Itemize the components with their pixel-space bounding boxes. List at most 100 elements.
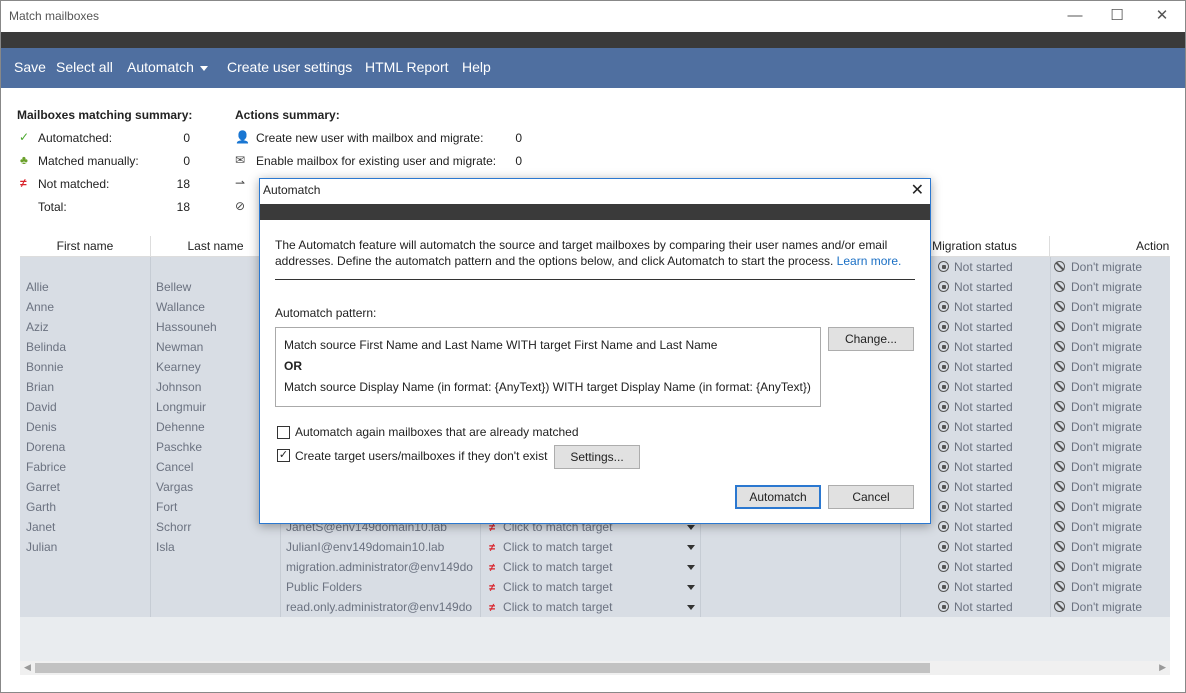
pattern-box: Match source First Name and Last Name WI… (275, 327, 821, 407)
automatch-button[interactable]: Automatch (735, 485, 821, 509)
action-cell[interactable]: Don't migrate (1054, 540, 1142, 554)
status-cell: Not started (938, 520, 1013, 534)
close-icon[interactable]: ✕ (1142, 5, 1182, 27)
target-match-cell[interactable]: ≠ Click to match target (489, 580, 689, 594)
scrollbar-thumb[interactable] (35, 663, 930, 673)
target-match-cell[interactable]: ≠ Click to match target (489, 540, 689, 554)
action-label: Don't migrate (1071, 360, 1142, 374)
action-cell[interactable]: Don't migrate (1054, 460, 1142, 474)
target-match-cell[interactable]: ≠ Click to match target (489, 600, 689, 614)
title-bar: Match mailboxes — ☐ ✕ (1, 1, 1185, 32)
chevron-down-icon[interactable] (687, 605, 695, 610)
chevron-down-icon[interactable] (687, 565, 695, 570)
dialog-title: Automatch (263, 183, 321, 197)
change-button[interactable]: Change... (828, 327, 914, 351)
migrate-arrow-icon: ⇀ (235, 176, 246, 190)
automatch-again-checkbox[interactable] (277, 426, 290, 439)
target-match-label: Click to match target (503, 560, 613, 574)
action-label: Don't migrate (1071, 280, 1142, 294)
total-label: Total: (38, 200, 67, 214)
chevron-down-icon[interactable] (687, 585, 695, 590)
matched-manually-value: 0 (183, 154, 190, 168)
target-match-label: Click to match target (503, 580, 613, 594)
last-name-cell: Johnson (156, 380, 202, 394)
learn-more-link[interactable]: Learn more. (837, 254, 902, 268)
no-migrate-icon (1054, 341, 1065, 352)
action-cell[interactable]: Don't migrate (1054, 600, 1142, 614)
first-name-cell: Belinda (26, 340, 67, 354)
automatch-menu[interactable]: Automatch (127, 59, 208, 75)
html-report-button[interactable]: HTML Report (365, 59, 449, 75)
minimize-icon[interactable]: — (1055, 5, 1095, 27)
action-cell[interactable]: Don't migrate (1054, 400, 1142, 414)
cancel-button[interactable]: Cancel (828, 485, 914, 509)
chevron-down-icon[interactable] (687, 525, 695, 530)
no-migrate-icon (1054, 601, 1065, 612)
not-matched-value: 18 (176, 177, 190, 191)
no-migrate-icon (1054, 501, 1065, 512)
status-label: Not started (954, 360, 1013, 374)
action-label: Don't migrate (1071, 340, 1142, 354)
automatched-label: Automatched: (38, 131, 113, 145)
matching-summary-heading: Mailboxes matching summary: (17, 108, 193, 122)
action-cell[interactable]: Don't migrate (1054, 580, 1142, 594)
action-cell[interactable]: Don't migrate (1054, 440, 1142, 454)
action-cell[interactable]: Don't migrate (1054, 280, 1142, 294)
target-match-cell[interactable]: ≠ Click to match target (489, 560, 689, 574)
horizontal-scrollbar[interactable]: ◀ ▶ (20, 661, 1170, 675)
first-name-cell: Garth (26, 500, 57, 514)
action-cell[interactable]: Don't migrate (1054, 520, 1142, 534)
action-cell[interactable]: Don't migrate (1054, 500, 1142, 514)
action-cell[interactable]: Don't migrate (1054, 360, 1142, 374)
status-cell: Not started (938, 600, 1013, 614)
action-cell[interactable]: Don't migrate (1054, 560, 1142, 574)
description-line-2: addresses. Define the automatch pattern … (275, 254, 834, 268)
scroll-left-icon[interactable]: ◀ (24, 662, 31, 673)
automatch-again-label: Automatch again mailboxes that are alrea… (295, 425, 579, 439)
status-icon (938, 581, 949, 592)
status-label: Not started (954, 320, 1013, 334)
status-icon (938, 281, 949, 292)
status-icon (938, 481, 949, 492)
action-cell[interactable]: Don't migrate (1054, 340, 1142, 354)
not-equal-icon: ≠ (489, 542, 496, 554)
create-target-checkbox[interactable]: ✓ (277, 449, 290, 462)
status-label: Not started (954, 420, 1013, 434)
save-button[interactable]: Save (14, 59, 46, 75)
action-cell[interactable]: Don't migrate (1054, 420, 1142, 434)
action-cell[interactable]: Don't migrate (1054, 380, 1142, 394)
create-user-settings-button[interactable]: Create user settings (227, 59, 352, 75)
last-name-cell: Kearney (156, 360, 201, 374)
status-icon (938, 361, 949, 372)
first-name-cell: Fabrice (26, 460, 67, 474)
action-cell[interactable]: Don't migrate (1054, 300, 1142, 314)
match-mailboxes-window: Match mailboxes — ☐ ✕ Save Select all Au… (0, 0, 1186, 693)
action-cell[interactable]: Don't migrate (1054, 260, 1142, 274)
divider (275, 279, 915, 280)
settings-button[interactable]: Settings... (554, 445, 640, 469)
action-label: Don't migrate (1071, 560, 1142, 574)
chevron-down-icon[interactable] (687, 545, 695, 550)
add-user-icon: 👤 (235, 130, 250, 144)
matched-manually-label: Matched manually: (38, 154, 139, 168)
chevron-down-icon (199, 65, 208, 71)
status-label: Not started (954, 600, 1013, 614)
status-icon (938, 301, 949, 312)
status-label: Not started (954, 380, 1013, 394)
status-cell: Not started (938, 460, 1013, 474)
not-equal-icon: ≠ (20, 176, 27, 190)
status-icon (938, 381, 949, 392)
status-icon (938, 341, 949, 352)
action-cell[interactable]: Don't migrate (1054, 320, 1142, 334)
status-cell: Not started (938, 480, 1013, 494)
column-first-name[interactable]: First name (20, 236, 151, 256)
no-migrate-icon (1054, 461, 1065, 472)
dialog-close-icon[interactable]: ✕ (911, 180, 924, 200)
action-cell[interactable]: Don't migrate (1054, 480, 1142, 494)
last-name-cell: Newman (156, 340, 204, 354)
column-action[interactable]: Action (1050, 236, 1170, 256)
help-button[interactable]: Help (462, 59, 491, 75)
scroll-right-icon[interactable]: ▶ (1159, 662, 1166, 673)
select-all-button[interactable]: Select all (56, 59, 113, 75)
maximize-icon[interactable]: ☐ (1097, 5, 1137, 27)
